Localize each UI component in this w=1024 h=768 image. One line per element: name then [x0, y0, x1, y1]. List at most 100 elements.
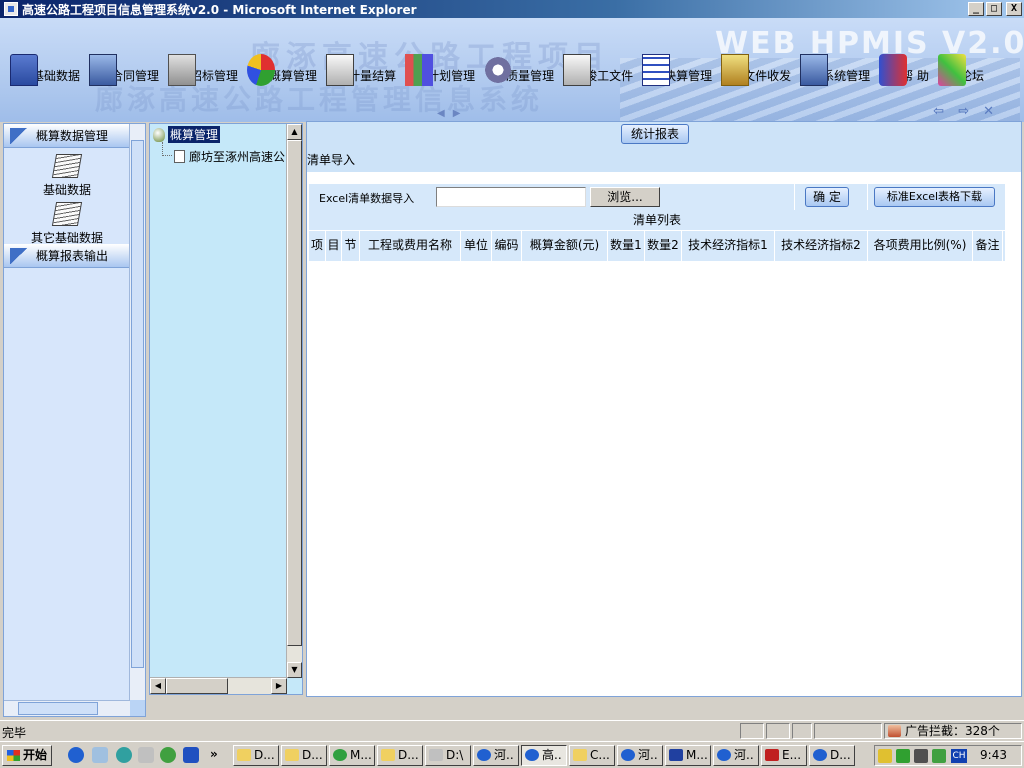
sidebar-item-basic-data[interactable]: 基础数据 — [4, 148, 130, 197]
arrow-right-icon[interactable]: ▶ — [453, 108, 461, 119]
media-quicklaunch-icon[interactable] — [116, 747, 132, 763]
scroll-up-icon[interactable]: ▲ — [287, 124, 302, 140]
task-label: D... — [302, 748, 323, 762]
scroll-thumb[interactable] — [287, 140, 302, 646]
back-icon[interactable]: ⇦ — [933, 104, 944, 119]
nav-documents[interactable]: 文件收发 — [721, 46, 791, 86]
gear-icon — [484, 54, 513, 86]
sidebar-section-estimate-data[interactable]: 概算数据管理 — [4, 124, 130, 148]
document-icon — [174, 150, 185, 163]
tree-horizontal-scrollbar[interactable]: ◀ ▶ — [150, 677, 287, 694]
taskbar-item[interactable]: D... — [377, 745, 423, 766]
window-controls: _ □ X — [968, 2, 1022, 16]
start-button[interactable]: 开始 — [2, 745, 52, 766]
download-template-button[interactable]: 标准Excel表格下载 — [874, 187, 995, 207]
taskbar-item[interactable]: C... — [569, 745, 615, 766]
plan-chart-icon — [405, 54, 434, 86]
tree-root-node[interactable]: 概算管理 — [153, 126, 221, 143]
tree-root-label: 概算管理 — [168, 126, 221, 143]
taskbar-item[interactable]: D... — [809, 745, 855, 766]
nav-label: 概算管理 — [269, 69, 318, 83]
sidebar-horizontal-scrollbar[interactable] — [4, 700, 130, 716]
table-header: 项 目 节 工程或费用名称 单位 编码 概算金额(元) 数量1 数量2 技术经济… — [309, 231, 1005, 261]
nav-help[interactable]: 帮 助 — [879, 46, 929, 86]
clock[interactable]: 9:43 — [980, 748, 1007, 762]
taskbar-item-active[interactable]: 高.. — [521, 745, 567, 766]
input-language-indicator[interactable]: CH — [951, 749, 967, 763]
nav-forum[interactable]: 论坛 — [938, 46, 984, 86]
forward-icon[interactable]: ⇨ — [958, 104, 969, 119]
taskbar-item[interactable]: 河.. — [473, 745, 519, 766]
taskbar-item[interactable]: D:\ — [425, 745, 471, 766]
volume-icon[interactable] — [878, 749, 892, 763]
taskbar-item[interactable]: 河.. — [713, 745, 759, 766]
task-label: 河.. — [734, 748, 754, 762]
nav-contract[interactable]: 合同管理 — [89, 46, 159, 86]
scroll-right-icon[interactable]: ▶ — [271, 678, 287, 694]
nav-estimate[interactable]: 概算管理 — [247, 46, 317, 86]
tree-child-label: 廊坊至涿州高速公 — [189, 150, 286, 164]
desktop-quicklaunch-icon[interactable] — [92, 747, 108, 763]
nav-label: 决算管理 — [664, 69, 713, 83]
bidding-icon — [168, 54, 197, 86]
scroll-left-icon[interactable]: ◀ — [150, 678, 166, 694]
nav-final-accounts[interactable]: 决算管理 — [642, 46, 712, 86]
maximize-button[interactable]: □ — [986, 2, 1002, 16]
calculator-icon — [642, 54, 671, 86]
browse-button[interactable]: 浏览... — [590, 187, 660, 207]
tree-vertical-scrollbar[interactable]: ▲ ▼ — [286, 124, 302, 678]
taskbar-item[interactable]: E... — [761, 745, 807, 766]
database-icon — [10, 54, 38, 86]
browser-quicklaunch-icon[interactable] — [160, 747, 176, 763]
tree-child-node[interactable]: 廊坊至涿州高速公 — [174, 148, 285, 165]
window-titlebar[interactable]: 高速公路工程项目信息管理系统v2.0 - Microsoft Internet … — [0, 0, 1024, 18]
section-title: 清单导入 — [307, 153, 356, 167]
close-frame-icon[interactable]: ✕ — [983, 104, 994, 119]
scroll-thumb[interactable] — [18, 702, 98, 715]
confirm-button[interactable]: 确 定 — [805, 187, 849, 207]
taskbar-item[interactable]: M... — [329, 745, 375, 766]
task-label: 河.. — [638, 748, 658, 762]
folder-icon — [237, 749, 251, 761]
file-path-input[interactable] — [436, 187, 586, 207]
scroll-thumb[interactable] — [166, 678, 228, 694]
ie-quicklaunch-icon[interactable] — [68, 747, 84, 763]
nav-basic-data[interactable]: 基础数据 — [10, 46, 80, 86]
column-header: 数量1 — [608, 231, 645, 261]
column-header: 各项费用比例(%) — [868, 231, 973, 261]
tray-app-icon[interactable] — [914, 749, 928, 763]
nav-quality[interactable]: 质量管理 — [484, 46, 554, 86]
nav-label: 文件收发 — [743, 69, 792, 83]
sidebar-section-estimate-reports[interactable]: 概算报表输出 — [4, 244, 130, 268]
scroll-thumb[interactable] — [131, 140, 144, 668]
stats-report-button[interactable]: 统计报表 — [621, 124, 689, 144]
sidebar-vertical-scrollbar[interactable] — [129, 124, 145, 700]
arrow-left-icon[interactable]: ◀ — [437, 108, 445, 119]
help-icon — [879, 54, 908, 86]
ad-block-counter[interactable]: 广告拦截：328个 — [884, 723, 1022, 739]
nav-plan[interactable]: 计划管理 — [405, 46, 475, 86]
nav-system[interactable]: 系统管理 — [800, 46, 870, 86]
task-label: D... — [398, 748, 419, 762]
nav-scroll-arrows: ◀ ▶ — [437, 108, 460, 119]
quicklaunch-more[interactable]: » — [210, 747, 218, 761]
network-icon[interactable] — [896, 749, 910, 763]
sidebar-item-other-basic-data[interactable]: 其它基础数据 — [4, 196, 130, 245]
close-button[interactable]: X — [1006, 2, 1022, 16]
taskbar-item[interactable]: D... — [233, 745, 279, 766]
scroll-down-icon[interactable]: ▼ — [287, 662, 302, 678]
nav-completion-docs[interactable]: 竣工文件 — [563, 46, 633, 86]
nav-measure[interactable]: 计量结算 — [326, 46, 396, 86]
drive-icon — [429, 749, 443, 761]
list-title: 清单列表 — [309, 210, 1005, 230]
taskbar-item[interactable]: D... — [281, 745, 327, 766]
word-icon — [669, 749, 683, 761]
tray-app-icon[interactable] — [932, 749, 946, 763]
taskbar-item[interactable]: M... — [665, 745, 711, 766]
nav-bidding[interactable]: 招标管理 — [168, 46, 238, 86]
tool-quicklaunch-icon[interactable] — [138, 747, 154, 763]
app-quicklaunch-icon[interactable] — [183, 747, 199, 763]
minimize-button[interactable]: _ — [968, 2, 984, 16]
taskbar-item[interactable]: 河.. — [617, 745, 663, 766]
ie-icon — [621, 749, 635, 761]
